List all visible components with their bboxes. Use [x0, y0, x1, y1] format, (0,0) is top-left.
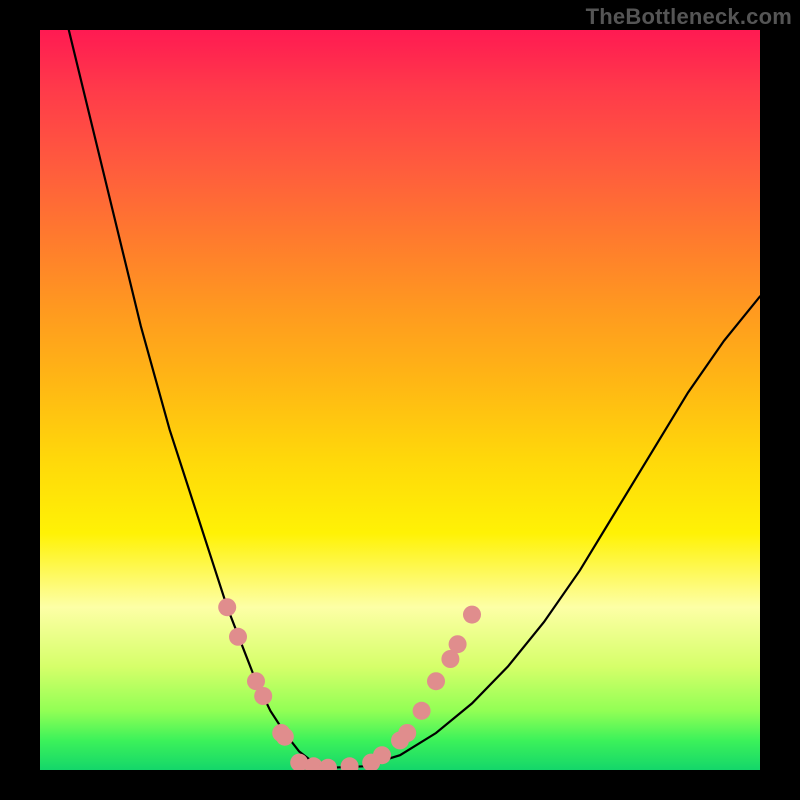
- highlight-dot: [319, 759, 337, 770]
- curve-layer: [40, 30, 760, 770]
- highlight-dot: [229, 628, 247, 646]
- plot-area: [40, 30, 760, 770]
- highlight-dot: [254, 687, 272, 705]
- highlight-dot: [373, 746, 391, 764]
- highlight-dot: [341, 757, 359, 770]
- highlight-dot: [449, 635, 467, 653]
- highlight-dot: [218, 598, 236, 616]
- highlight-dot: [398, 724, 416, 742]
- bottleneck-curve: [69, 30, 760, 768]
- highlight-dot: [427, 672, 445, 690]
- watermark-text: TheBottleneck.com: [586, 4, 792, 30]
- highlight-dot: [276, 728, 294, 746]
- highlight-dot: [413, 702, 431, 720]
- chart-canvas: TheBottleneck.com: [0, 0, 800, 800]
- highlight-dot: [463, 606, 481, 624]
